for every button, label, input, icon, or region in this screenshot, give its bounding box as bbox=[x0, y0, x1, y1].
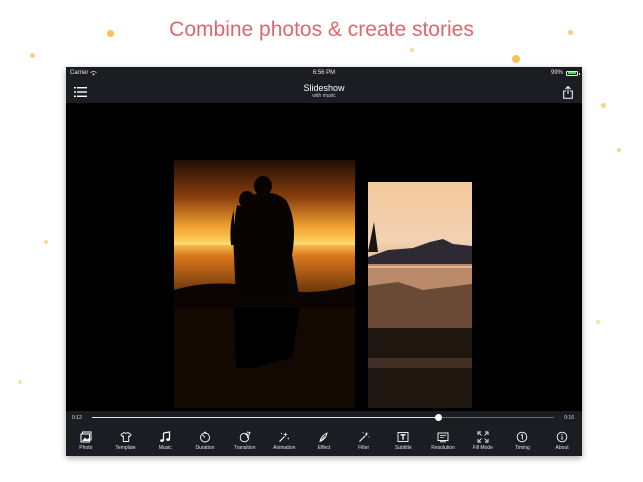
tool-label: Subtitle bbox=[395, 444, 412, 451]
tool-label: Filter bbox=[358, 444, 370, 451]
status-time: 6:56 PM bbox=[312, 70, 336, 76]
tool-photo[interactable]: Photo bbox=[66, 425, 106, 456]
tool-music[interactable]: Music bbox=[145, 425, 185, 456]
tool-label: Music bbox=[158, 444, 172, 451]
sunset-couple-photo bbox=[174, 160, 355, 308]
bokeh-dot bbox=[18, 380, 22, 384]
status-bar: Carrier 6:56 PM 99% bbox=[66, 67, 582, 81]
nav-title: Slideshow bbox=[303, 83, 345, 93]
tool-fill-mode[interactable]: Fill Mode bbox=[463, 425, 503, 456]
effect-icon bbox=[319, 431, 328, 442]
animation-icon bbox=[279, 431, 290, 442]
tool-label: Timing bbox=[514, 444, 530, 451]
tool-label: Animation bbox=[273, 444, 296, 451]
current-time: 0:12 bbox=[72, 415, 82, 421]
playback-scrubber: 0:12 0:16 bbox=[66, 411, 582, 425]
info-icon bbox=[556, 431, 568, 442]
timeline-knob[interactable] bbox=[435, 414, 442, 421]
transition-icon bbox=[239, 431, 251, 442]
ipad-screen: Carrier 6:56 PM 99% Slideshow with music… bbox=[66, 67, 582, 456]
music-note-icon bbox=[160, 430, 171, 442]
timeline-track[interactable] bbox=[92, 414, 554, 421]
photo-icon bbox=[80, 431, 92, 442]
shirt-icon bbox=[119, 431, 132, 442]
tool-label: About bbox=[555, 444, 569, 451]
tool-timing[interactable]: Timing bbox=[503, 425, 543, 456]
lake-sunset-reflection bbox=[368, 328, 472, 408]
tool-resolution[interactable]: Resolution bbox=[423, 425, 463, 456]
tool-label: Template bbox=[115, 444, 136, 451]
tool-filter[interactable]: Filter bbox=[344, 425, 384, 456]
tool-label: Photo bbox=[79, 444, 93, 451]
tool-subtitle[interactable]: Subtitle bbox=[384, 425, 424, 456]
text-icon bbox=[397, 431, 409, 442]
bokeh-dot bbox=[596, 320, 600, 324]
tool-label: Effect bbox=[317, 444, 331, 451]
tool-label: Transition bbox=[233, 444, 256, 451]
magic-wand-icon bbox=[358, 431, 370, 442]
tool-animation[interactable]: Animation bbox=[264, 425, 304, 456]
share-icon bbox=[563, 85, 573, 99]
tool-label: Fill Mode bbox=[472, 444, 493, 451]
bokeh-dot bbox=[617, 148, 621, 152]
headline: Combine photos & create stories bbox=[169, 18, 474, 41]
status-right: 99% bbox=[550, 70, 580, 76]
share-button[interactable] bbox=[560, 84, 576, 100]
tool-label: Duration bbox=[195, 444, 215, 451]
slideshow-preview[interactable] bbox=[66, 103, 582, 411]
tool-effect[interactable]: Effect bbox=[304, 425, 344, 456]
tool-template[interactable]: Template bbox=[106, 425, 146, 456]
nav-subtitle: with music bbox=[312, 93, 336, 99]
timer-icon bbox=[199, 431, 210, 442]
bokeh-dot bbox=[512, 55, 520, 63]
battery-icon bbox=[566, 70, 580, 76]
bottom-toolbar: Photo Template Music Duration Transition… bbox=[66, 425, 582, 456]
bokeh-dot bbox=[30, 53, 35, 58]
battery-fill bbox=[567, 72, 577, 74]
tool-label: Resolution bbox=[431, 444, 455, 451]
total-time: 0:16 bbox=[564, 415, 574, 421]
navigation-bar: Slideshow with music bbox=[66, 81, 582, 103]
bokeh-dot bbox=[44, 240, 48, 244]
fill-mode-icon bbox=[477, 431, 489, 442]
tool-transition[interactable]: Transition bbox=[225, 425, 265, 456]
timeline-progress bbox=[92, 417, 439, 418]
app-store-screenshot: Combine photos & create stories Carrier … bbox=[0, 0, 643, 482]
battery-percent: 99% bbox=[550, 70, 563, 76]
tool-duration[interactable]: Duration bbox=[185, 425, 225, 456]
sunset-couple-reflection bbox=[174, 308, 355, 408]
bokeh-dot bbox=[410, 48, 414, 52]
bokeh-dot bbox=[601, 103, 606, 108]
resolution-icon bbox=[437, 432, 449, 442]
tool-about[interactable]: About bbox=[542, 425, 582, 456]
timing-icon bbox=[517, 431, 528, 442]
lake-sunset-photo bbox=[368, 182, 472, 328]
